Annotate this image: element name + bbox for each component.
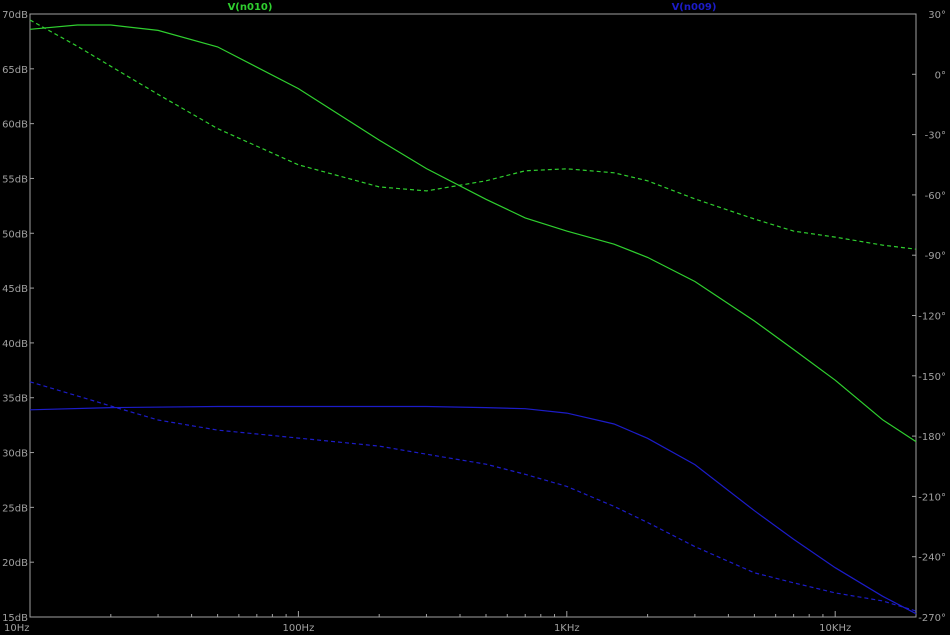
phase-tick-label: -60° — [925, 191, 946, 202]
magnitude-tick-label: 45dB — [2, 284, 28, 295]
plot-axes — [29, 13, 917, 618]
magnitude-tick-label: 70dB — [2, 10, 28, 21]
bode-plot: 70dB 65dB 60dB 55dB 50dB 45dB 40dB 35dB 30dB 25dB… — [2, 2, 946, 634]
magnitude-tick-label: 25dB — [2, 503, 28, 514]
phase-tick-label: 0° — [935, 70, 946, 81]
legend: V(n010) V(n009) — [228, 2, 717, 13]
phase-trace — [29, 19, 917, 250]
magnitude-tick-label: 35dB — [2, 394, 28, 405]
magnitude-trace — [29, 24, 917, 443]
frequency-axis: 10Hz 100Hz 1KHz 10KHz — [4, 611, 917, 634]
phase-tick-label: -90° — [925, 251, 946, 262]
phase-trace — [29, 381, 917, 612]
traces — [29, 19, 917, 615]
phase-tick-label: 30° — [928, 10, 946, 21]
phase-axis: 30° 0° -30° -60° -90° -120° -150° -180° -210° -24… — [912, 10, 946, 624]
phase-tick-label: -120° — [918, 312, 946, 323]
magnitude-axis: 70dB 65dB 60dB 55dB 50dB 45dB 40dB 35dB 30dB 25dB… — [2, 10, 34, 624]
plot-frame — [29, 13, 917, 618]
frequency-tick-label: 1KHz — [554, 623, 580, 634]
magnitude-tick-label: 20dB — [2, 558, 28, 569]
magnitude-tick-label: 65dB — [2, 65, 28, 76]
legend-entry: V(n010) — [228, 2, 273, 13]
frequency-tick-label: 10KHz — [819, 623, 851, 634]
magnitude-tick-label: 60dB — [2, 120, 28, 131]
magnitude-tick-label: 55dB — [2, 174, 28, 185]
frequency-tick-label: 100Hz — [282, 623, 314, 634]
magnitude-trace — [29, 405, 917, 615]
phase-tick-label: -210° — [918, 492, 946, 503]
phase-tick-label: -270° — [918, 613, 946, 624]
frequency-tick-label: 10Hz — [4, 623, 30, 634]
magnitude-tick-label: 50dB — [2, 229, 28, 240]
phase-tick-label: -150° — [918, 372, 946, 383]
phase-tick-label: -30° — [925, 131, 946, 142]
phase-tick-label: -240° — [918, 553, 946, 564]
phase-tick-label: -180° — [918, 432, 946, 443]
legend-entry: V(n009) — [672, 2, 717, 13]
magnitude-tick-label: 40dB — [2, 339, 28, 350]
magnitude-tick-label: 30dB — [2, 449, 28, 460]
